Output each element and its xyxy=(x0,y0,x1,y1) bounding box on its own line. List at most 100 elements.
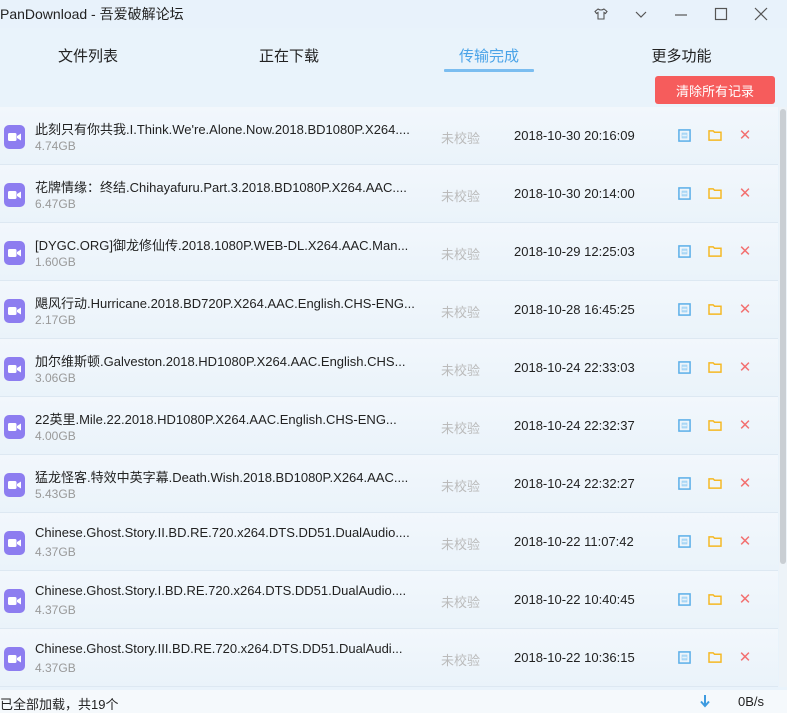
file-name: 此刻只有你共我.I.Think.We're.Alone.Now.2018.BD1… xyxy=(35,122,410,137)
verify-status: 未校验 xyxy=(441,479,481,494)
open-file-icon[interactable] xyxy=(676,417,692,433)
tab-more-features[interactable]: 更多功能 xyxy=(576,34,787,76)
file-row[interactable]: 花牌情缘：终结.Chihayafuru.Part.3.2018.BD1080P.… xyxy=(0,165,778,223)
tab-file-list[interactable]: 文件列表 xyxy=(0,34,176,76)
open-file-icon[interactable] xyxy=(676,475,692,491)
open-folder-icon[interactable] xyxy=(707,359,723,375)
verify-status: 未校验 xyxy=(441,189,481,204)
scrollbar-thumb[interactable] xyxy=(780,109,786,564)
open-file-icon[interactable] xyxy=(676,243,692,259)
verify-status: 未校验 xyxy=(441,363,481,378)
tab-completed[interactable]: 传输完成 xyxy=(402,34,576,76)
open-folder-icon[interactable] xyxy=(707,533,723,549)
list-scrollbar[interactable] xyxy=(779,107,787,687)
clear-all-records-button[interactable]: 清除所有记录 xyxy=(655,76,775,104)
completed-time: 2018-10-30 20:14:00 xyxy=(514,186,635,201)
file-size: 6.47GB xyxy=(35,197,76,211)
skin-shirt-icon[interactable] xyxy=(581,0,621,28)
open-folder-icon[interactable] xyxy=(707,185,723,201)
delete-record-icon[interactable]: ✕ xyxy=(737,243,753,260)
download-arrow-icon xyxy=(700,695,710,708)
window-controls xyxy=(581,0,781,28)
open-file-icon[interactable] xyxy=(676,185,692,201)
video-file-icon xyxy=(4,473,25,497)
file-name: [DYGC.ORG]御龙修仙传.2018.1080P.WEB-DL.X264.A… xyxy=(35,238,409,253)
completed-time: 2018-10-30 20:16:09 xyxy=(514,128,635,143)
verify-status: 未校验 xyxy=(441,421,481,436)
verify-status: 未校验 xyxy=(441,305,481,320)
delete-record-icon[interactable]: ✕ xyxy=(737,533,753,550)
file-name: 22英里.Mile.22.2018.HD1080P.X264.AAC.Engli… xyxy=(35,412,397,427)
open-file-icon[interactable] xyxy=(676,301,692,317)
title-bar: PanDownload - 吾爱破解论坛 xyxy=(0,0,787,28)
main-tabs: 文件列表 正在下载 传输完成 更多功能 xyxy=(0,34,787,76)
completed-time: 2018-10-24 22:32:37 xyxy=(514,418,635,433)
completed-time: 2018-10-28 16:45:25 xyxy=(514,302,635,317)
file-name: Chinese.Ghost.Story.I.BD.RE.720.x264.DTS… xyxy=(35,583,407,598)
delete-record-icon[interactable]: ✕ xyxy=(737,475,753,492)
open-folder-icon[interactable] xyxy=(707,475,723,491)
file-size: 3.06GB xyxy=(35,371,76,385)
delete-record-icon[interactable]: ✕ xyxy=(737,591,753,608)
file-row[interactable]: Chinese.Ghost.Story.III.BD.RE.720.x264.D… xyxy=(0,629,778,687)
file-row[interactable]: 猛龙怪客.特效中英字幕.Death.Wish.2018.BD1080P.X264… xyxy=(0,455,778,513)
video-file-icon xyxy=(4,125,25,149)
file-size: 2.17GB xyxy=(35,313,76,327)
load-status-text: 已全部加载，共19个 xyxy=(0,697,119,712)
completed-time: 2018-10-24 22:33:03 xyxy=(514,360,635,375)
delete-record-icon[interactable]: ✕ xyxy=(737,127,753,144)
file-row[interactable]: 此刻只有你共我.I.Think.We're.Alone.Now.2018.BD1… xyxy=(0,107,778,165)
file-size: 4.00GB xyxy=(35,429,76,443)
file-name: 加尔维斯顿.Galveston.2018.HD1080P.X264.AAC.En… xyxy=(35,354,406,369)
file-size: 4.37GB xyxy=(35,603,76,617)
delete-record-icon[interactable]: ✕ xyxy=(737,185,753,202)
file-row[interactable]: 22英里.Mile.22.2018.HD1080P.X264.AAC.Engli… xyxy=(0,397,778,455)
file-size: 5.43GB xyxy=(35,487,76,501)
file-row[interactable]: 加尔维斯顿.Galveston.2018.HD1080P.X264.AAC.En… xyxy=(0,339,778,397)
delete-record-icon[interactable]: ✕ xyxy=(737,301,753,318)
completed-time: 2018-10-22 11:07:42 xyxy=(514,534,634,549)
completed-time: 2018-10-22 10:36:15 xyxy=(514,650,635,665)
open-file-icon[interactable] xyxy=(676,649,692,665)
file-row[interactable]: Chinese.Ghost.Story.II.BD.RE.720.x264.DT… xyxy=(0,513,778,571)
delete-record-icon[interactable]: ✕ xyxy=(737,359,753,376)
file-size: 1.60GB xyxy=(35,255,76,269)
open-folder-icon[interactable] xyxy=(707,301,723,317)
minimize-icon[interactable] xyxy=(661,0,701,28)
maximize-icon[interactable] xyxy=(701,0,741,28)
file-name: Chinese.Ghost.Story.II.BD.RE.720.x264.DT… xyxy=(35,525,410,540)
open-folder-icon[interactable] xyxy=(707,417,723,433)
file-row[interactable]: [DYGC.ORG]御龙修仙传.2018.1080P.WEB-DL.X264.A… xyxy=(0,223,778,281)
open-file-icon[interactable] xyxy=(676,591,692,607)
close-window-icon[interactable] xyxy=(741,0,781,28)
video-file-icon xyxy=(4,647,25,671)
open-folder-icon[interactable] xyxy=(707,649,723,665)
dropdown-chevron-icon[interactable] xyxy=(621,0,661,28)
file-name: 飓风行动.Hurricane.2018.BD720P.X264.AAC.Engl… xyxy=(35,296,415,311)
completed-file-list: 此刻只有你共我.I.Think.We're.Alone.Now.2018.BD1… xyxy=(0,107,778,687)
video-file-icon xyxy=(4,241,25,265)
file-size: 4.37GB xyxy=(35,545,76,559)
open-folder-icon[interactable] xyxy=(707,243,723,259)
open-folder-icon[interactable] xyxy=(707,127,723,143)
open-file-icon[interactable] xyxy=(676,359,692,375)
file-size: 4.74GB xyxy=(35,139,76,153)
verify-status: 未校验 xyxy=(441,595,481,610)
video-file-icon xyxy=(4,357,25,381)
download-speed: 0B/s xyxy=(738,694,765,709)
open-file-icon[interactable] xyxy=(676,533,692,549)
tab-downloading[interactable]: 正在下载 xyxy=(176,34,402,76)
open-file-icon[interactable] xyxy=(676,127,692,143)
file-row[interactable]: 飓风行动.Hurricane.2018.BD720P.X264.AAC.Engl… xyxy=(0,281,778,339)
video-file-icon xyxy=(4,589,25,613)
delete-record-icon[interactable]: ✕ xyxy=(737,417,753,434)
status-bar: 已全部加载，共19个 0B/s xyxy=(0,690,787,713)
completed-time: 2018-10-22 10:40:45 xyxy=(514,592,635,607)
delete-record-icon[interactable]: ✕ xyxy=(737,649,753,666)
video-file-icon xyxy=(4,415,25,439)
file-row[interactable]: Chinese.Ghost.Story.I.BD.RE.720.x264.DTS… xyxy=(0,571,778,629)
video-file-icon xyxy=(4,531,25,555)
window-title: PanDownload - 吾爱破解论坛 xyxy=(0,6,184,22)
open-folder-icon[interactable] xyxy=(707,591,723,607)
verify-status: 未校验 xyxy=(441,653,481,668)
